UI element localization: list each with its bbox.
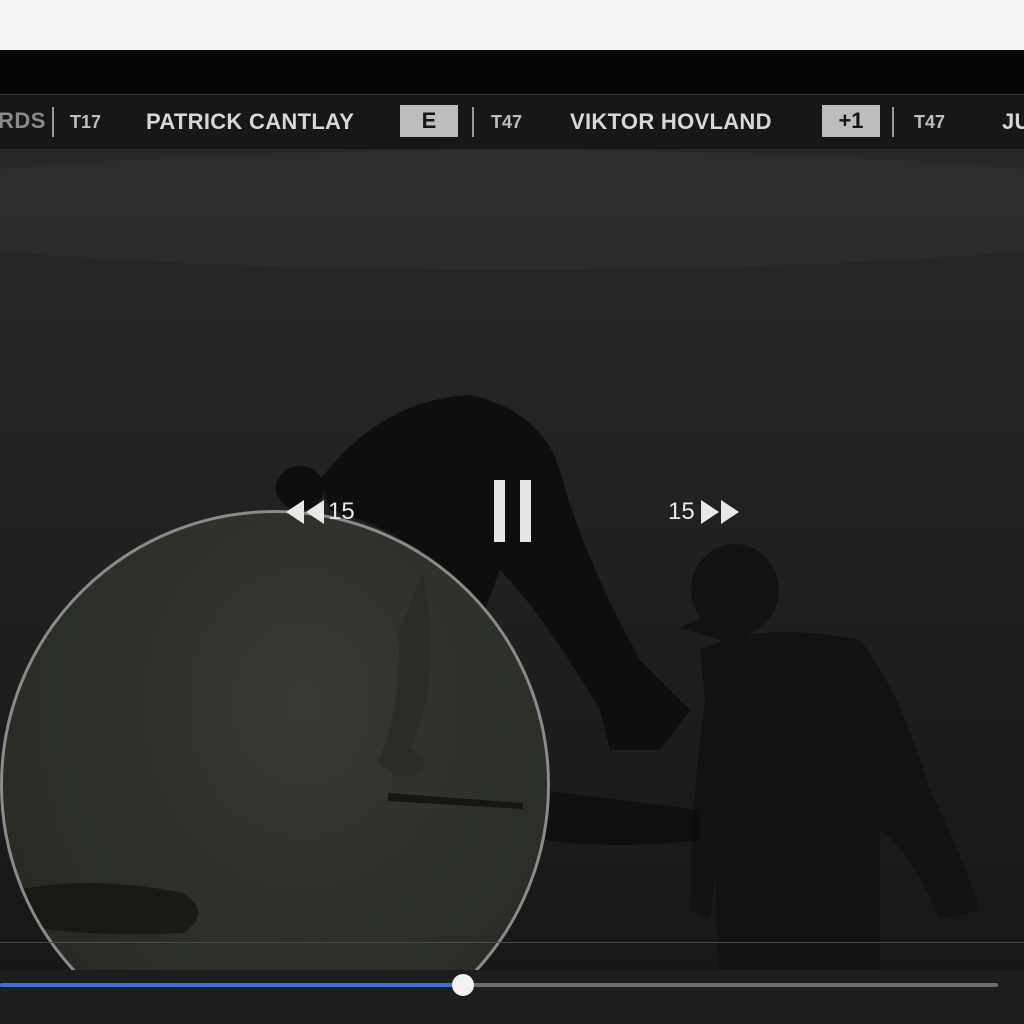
ticker-lead-fragment: RDS — [0, 108, 46, 133]
ticker-separator — [52, 107, 54, 137]
progress-fill — [0, 983, 464, 987]
ticker-score-badge: +1 — [822, 105, 880, 137]
pause-button[interactable] — [492, 480, 534, 542]
progress-bar[interactable] — [0, 970, 1024, 1024]
magnified-scene — [3, 573, 523, 935]
rewind-seconds-label: 15 — [328, 498, 355, 525]
pause-icon — [494, 480, 505, 542]
ticker-position: T47 — [914, 112, 946, 132]
ticker-position: T17 — [70, 112, 102, 132]
rewind-button[interactable]: 15 — [286, 498, 355, 526]
double-chevron-left-icon — [286, 500, 324, 524]
double-chevron-right-icon — [700, 500, 739, 524]
ticker-player-name: VIKTOR HOVLAND — [570, 109, 772, 134]
ticker-position: T47 — [491, 112, 523, 132]
ticker-player-name: JU — [1002, 109, 1024, 134]
forward-seconds-label: 15 — [668, 498, 695, 525]
top-bar — [0, 0, 1024, 50]
scrubber-handle[interactable] — [452, 974, 475, 996]
video-frame[interactable]: RDS T17 PATRICK CANTLAY E T47 VIKTOR HOV… — [0, 50, 1024, 1024]
ticker-separator — [472, 107, 474, 137]
pause-icon-bar — [520, 480, 531, 542]
page: RDS T17 PATRICK CANTLAY E T47 VIKTOR HOV… — [0, 0, 1024, 1024]
ticker-separator — [892, 107, 894, 137]
control-divider — [0, 942, 1024, 943]
video-player[interactable]: RDS T17 PATRICK CANTLAY E T47 VIKTOR HOV… — [0, 50, 1024, 1024]
forward-button[interactable]: 15 — [668, 498, 739, 526]
leaderboard-ticker: RDS T17 PATRICK CANTLAY E T47 VIKTOR HOV… — [0, 94, 1024, 149]
ticker-score-badge: E — [400, 105, 458, 137]
ticker-player-name: PATRICK CANTLAY — [146, 109, 355, 134]
